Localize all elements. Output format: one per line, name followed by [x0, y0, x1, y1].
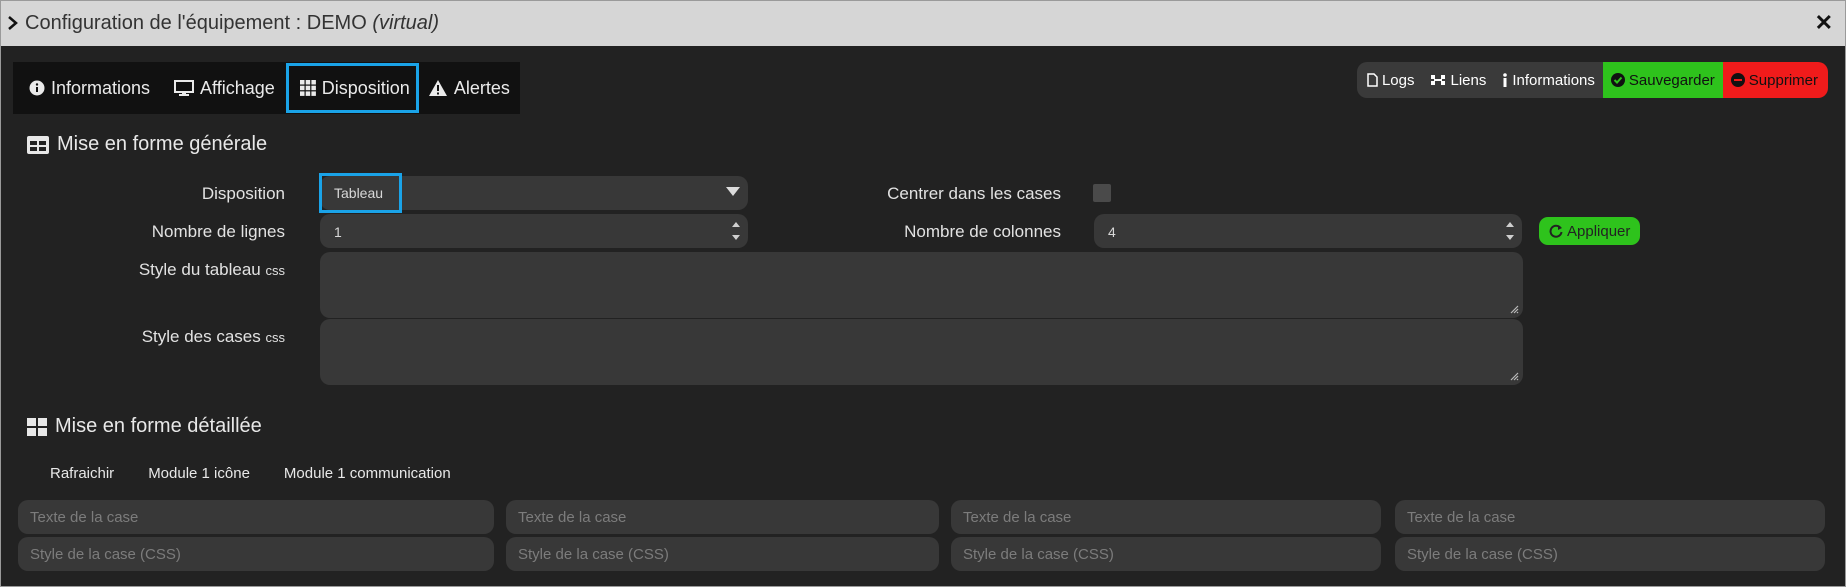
style-cases-label: Style des cases css [141, 327, 286, 346]
style-tableau-label: Style du tableau css [138, 260, 286, 279]
minus-circle-icon [1730, 73, 1745, 87]
selection-highlight [319, 173, 402, 213]
chevron-right-icon[interactable] [7, 15, 19, 31]
tab-affichage[interactable]: Affichage [158, 63, 283, 113]
resize-grip-icon[interactable] [1510, 372, 1519, 381]
config-dialog: Configuration de l'équipement : DEMO (vi… [0, 0, 1846, 587]
dialog-title: Configuration de l'équipement : DEMO (vi… [25, 12, 440, 34]
colonnes-input[interactable]: 4 [1094, 214, 1522, 248]
delete-button[interactable]: Supprimer [1722, 62, 1828, 98]
css-suffix: css [265, 330, 286, 345]
tab-label: Informations [51, 77, 151, 98]
section-detail-title: Mise en forme détaillée [27, 415, 262, 438]
css-suffix: css [265, 263, 286, 278]
lignes-input[interactable]: 1 [320, 214, 748, 248]
informations-button[interactable]: Informations [1494, 62, 1603, 98]
caret-down-icon [726, 187, 740, 196]
style-cases-textarea[interactable] [320, 319, 1523, 385]
cell-style-input[interactable]: Style de la case (CSS) [951, 537, 1381, 571]
file-icon [1367, 73, 1378, 87]
dialog-titlebar: Configuration de l'équipement : DEMO (vi… [1, 1, 1845, 46]
link-icon [1431, 75, 1446, 85]
module-item[interactable]: Rafraichir [50, 465, 114, 482]
tab-bar: Informations Affichage Disposition Alert… [13, 62, 520, 114]
warning-icon [428, 80, 447, 96]
cell-text-input[interactable]: Texte de la case [951, 500, 1381, 534]
grid-icon [299, 80, 316, 96]
section-general-title: Mise en forme générale [27, 133, 267, 156]
cell-style-input[interactable]: Style de la case (CSS) [1395, 537, 1825, 571]
liens-button[interactable]: Liens [1422, 62, 1495, 98]
cell-text-input[interactable]: Texte de la case [1395, 500, 1825, 534]
spinner-arrows-icon[interactable] [1506, 219, 1514, 243]
windows-grid-icon [27, 417, 47, 436]
lignes-label: Nombre de lignes [151, 222, 285, 241]
monitor-icon [174, 80, 195, 96]
resize-grip-icon[interactable] [1510, 305, 1519, 314]
disposition-label: Disposition [201, 184, 285, 203]
table-icon [27, 135, 49, 154]
module-item[interactable]: Module 1 icône [148, 465, 250, 482]
check-circle-icon [1610, 73, 1625, 87]
tab-label: Alertes [453, 77, 510, 98]
logs-button[interactable]: Logs [1356, 62, 1423, 98]
info-circle-icon [29, 80, 45, 96]
apply-button[interactable]: Appliquer [1539, 217, 1641, 245]
colonnes-label: Nombre de colonnes [904, 222, 1061, 241]
tab-label: Affichage [200, 77, 275, 98]
save-button[interactable]: Sauvegarder [1602, 62, 1723, 98]
action-button-group: Logs Liens Informations Sauvegarder Supp… [1356, 62, 1828, 98]
info-icon [1503, 72, 1508, 87]
close-icon[interactable]: ✕ [1815, 10, 1833, 36]
spinner-arrows-icon[interactable] [732, 219, 740, 243]
cell-text-input[interactable]: Texte de la case [18, 500, 494, 534]
cell-text-input[interactable]: Texte de la case [506, 500, 939, 534]
tab-informations[interactable]: Informations [13, 63, 158, 113]
cell-style-input[interactable]: Style de la case (CSS) [18, 537, 494, 571]
module-item[interactable]: Module 1 communication [284, 465, 451, 482]
tab-disposition[interactable]: Disposition [285, 63, 419, 113]
centrer-label: Centrer dans les cases [887, 184, 1061, 203]
module-list: Rafraichir Module 1 icône Module 1 commu… [50, 465, 485, 482]
tab-alertes[interactable]: Alertes [422, 63, 520, 113]
style-tableau-textarea[interactable] [320, 252, 1523, 318]
refresh-icon [1549, 224, 1563, 238]
centrer-checkbox[interactable] [1093, 184, 1111, 202]
cell-style-input[interactable]: Style de la case (CSS) [506, 537, 939, 571]
tab-label: Disposition [321, 77, 410, 98]
